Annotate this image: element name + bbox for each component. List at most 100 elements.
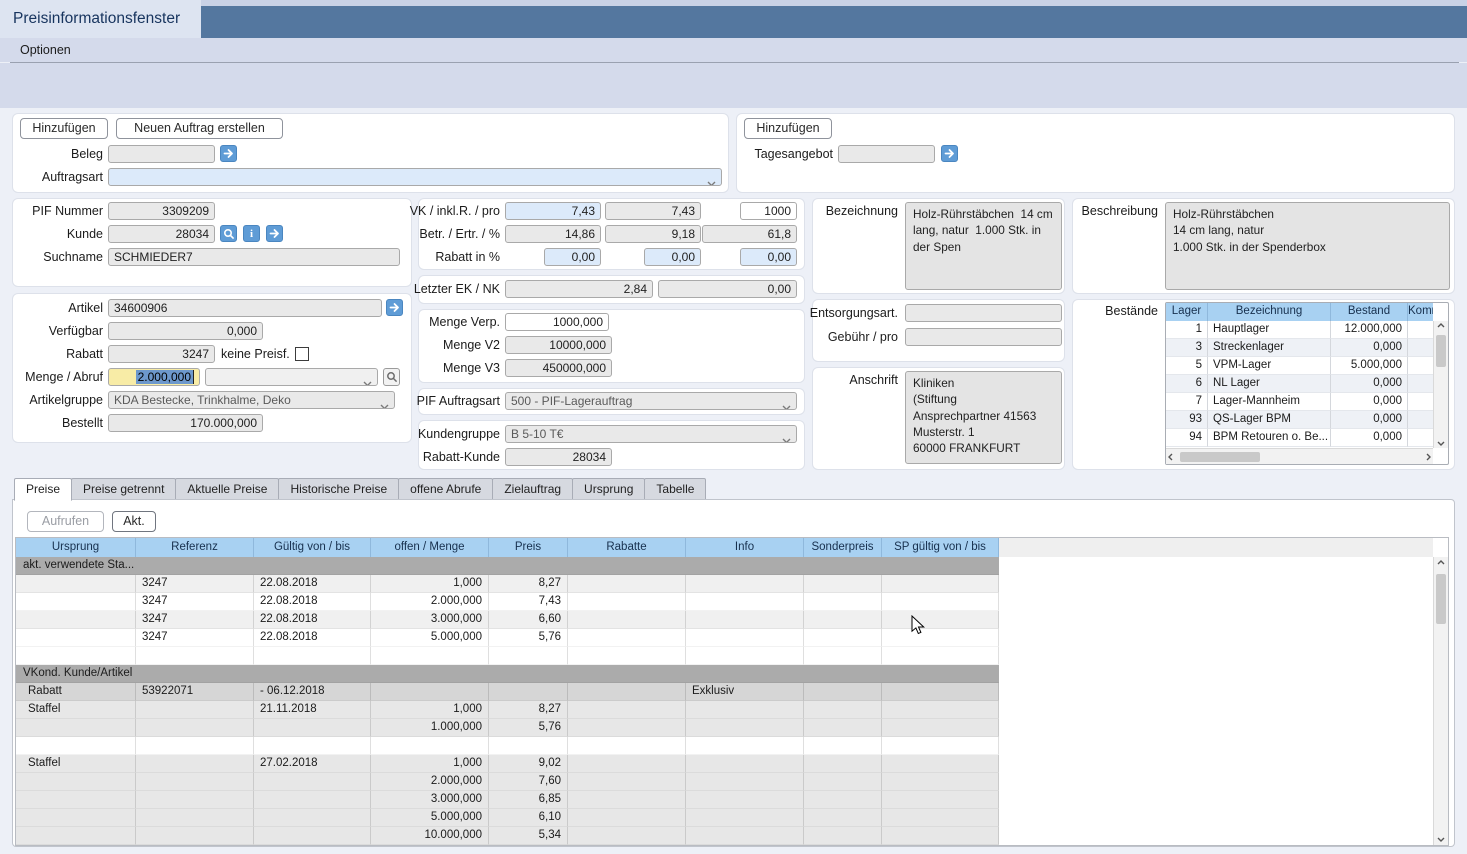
price-column-header[interactable]: Referenz: [136, 538, 254, 557]
verfuegbar-input[interactable]: 0,000: [108, 322, 263, 340]
pif-auftragsart-select[interactable]: 500 - PIF-Lagerauftrag: [505, 392, 797, 410]
scrollbar-thumb[interactable]: [1180, 452, 1260, 462]
tab-offene-abrufe[interactable]: offene Abrufe: [398, 478, 493, 500]
price-column-header[interactable]: Preis: [489, 538, 568, 557]
bestand-row[interactable]: 3Streckenlager0,000: [1166, 339, 1448, 357]
scroll-up-icon[interactable]: [1434, 323, 1448, 328]
suchname-input[interactable]: SCHMIEDER7: [108, 248, 400, 266]
price-row[interactable]: [16, 737, 999, 755]
bestand-row[interactable]: 6NL Lager0,000: [1166, 375, 1448, 393]
bezeichnung-textarea[interactable]: Holz-Rührstäbchen 14 cm lang, natur 1.00…: [905, 202, 1062, 290]
tab-zielauftrag[interactable]: Zielauftrag: [492, 478, 573, 500]
abruf-select[interactable]: [205, 368, 378, 386]
bestand-column-header[interactable]: Bezeichnung: [1208, 303, 1331, 321]
menu-optionen[interactable]: Optionen: [20, 38, 71, 62]
gebuehr-input[interactable]: [905, 328, 1062, 346]
price-row[interactable]: [16, 647, 999, 665]
bestand-column-header[interactable]: Komm: [1408, 303, 1433, 321]
bestellt-input[interactable]: 170.000,000: [108, 414, 263, 432]
price-column-header[interactable]: offen / Menge: [371, 538, 489, 557]
window-tab[interactable]: Preisinformationsfenster: [0, 0, 201, 38]
keine-preisf-checkbox[interactable]: [295, 347, 309, 361]
tab-tabelle[interactable]: Tabelle: [644, 478, 706, 500]
price-row[interactable]: 324722.08.20181,0008,27: [16, 575, 999, 593]
anschrift-textarea[interactable]: Kliniken (Stiftung Ansprechpartner 41563…: [905, 371, 1062, 464]
tagesangebot-input[interactable]: [838, 145, 935, 163]
bestand-row[interactable]: 5VPM-Lager5.000,000: [1166, 357, 1448, 375]
kundengruppe-select[interactable]: B 5-10 T€: [505, 425, 797, 443]
kunde-info-icon[interactable]: i: [243, 225, 260, 242]
tab-preise[interactable]: Preise: [14, 478, 72, 501]
menge-v2-input[interactable]: 10000,000: [505, 336, 612, 354]
price-row[interactable]: 5.000,0006,10: [16, 809, 999, 827]
tab-aktuelle-preise[interactable]: Aktuelle Preise: [175, 478, 279, 500]
price-column-header[interactable]: SP gültig von / bis: [882, 538, 999, 557]
betr3-input[interactable]: 61,8: [702, 225, 797, 243]
artikelgruppe-select[interactable]: KDA Bestecke, Trinkhalme, Deko: [108, 391, 395, 409]
price-column-header[interactable]: Info: [686, 538, 804, 557]
bestaende-vertical-scrollbar[interactable]: [1433, 321, 1448, 448]
hinzufuegen-button-right[interactable]: Hinzufügen: [744, 118, 832, 139]
price-row[interactable]: Rabatt53922071- 06.12.2018Exklusiv: [16, 683, 999, 701]
neuen-auftrag-erstellen-button[interactable]: Neuen Auftrag erstellen: [116, 118, 283, 139]
ek2-input[interactable]: 0,00: [658, 280, 797, 298]
tab-preise-getrennt[interactable]: Preise getrennt: [71, 478, 176, 500]
scroll-down-icon[interactable]: [1434, 837, 1448, 842]
vk1-input[interactable]: 7,43: [505, 202, 601, 220]
price-row[interactable]: 1.000,0005,76: [16, 719, 999, 737]
scrollbar-thumb[interactable]: [1436, 335, 1446, 367]
ek1-input[interactable]: 2,84: [505, 280, 653, 298]
entsorgungsart-input[interactable]: [905, 304, 1062, 322]
beschreibung-textarea[interactable]: Holz-Rührstäbchen 14 cm lang, natur 1.00…: [1165, 202, 1450, 290]
rab3-input[interactable]: 0,00: [740, 248, 797, 266]
rabatt-kunde-input[interactable]: 28034: [505, 448, 612, 466]
price-row[interactable]: Staffel21.11.20181,0008,27: [16, 701, 999, 719]
price-row[interactable]: 10.000,0005,34: [16, 827, 999, 845]
price-column-header[interactable]: Rabatte: [568, 538, 686, 557]
bestand-row[interactable]: 93QS-Lager BPM0,000: [1166, 411, 1448, 429]
price-row[interactable]: VKond. Kunde/Artikel: [16, 665, 999, 683]
kunde-search-icon[interactable]: [220, 225, 237, 242]
beleg-input[interactable]: [108, 145, 215, 163]
bestand-row[interactable]: 7Lager-Mannheim0,000: [1166, 393, 1448, 411]
akt-button[interactable]: Akt.: [112, 511, 156, 532]
scroll-left-icon[interactable]: [1168, 449, 1173, 464]
kunde-input[interactable]: 28034: [108, 225, 215, 243]
price-row[interactable]: 324722.08.20185.000,0005,76: [16, 629, 999, 647]
tagesangebot-goto-arrow-icon[interactable]: [941, 145, 958, 162]
aufrufen-button[interactable]: Aufrufen: [27, 511, 104, 532]
betr2-input[interactable]: 9,18: [605, 225, 701, 243]
scroll-up-icon[interactable]: [1434, 560, 1448, 565]
hinzufuegen-button[interactable]: Hinzufügen: [20, 118, 108, 139]
price-row[interactable]: 324722.08.20183.000,0006,60: [16, 611, 999, 629]
artikel-input[interactable]: 34600906: [108, 299, 382, 317]
tab-ursprung[interactable]: Ursprung: [572, 478, 645, 500]
bestand-row[interactable]: 94BPM Retouren o. Be...0,000: [1166, 429, 1448, 447]
rabatt-input[interactable]: 3247: [108, 345, 215, 363]
price-row[interactable]: Staffel27.02.20181,0009,02: [16, 755, 999, 773]
scroll-right-icon[interactable]: [1426, 449, 1431, 464]
betr1-input[interactable]: 14,86: [505, 225, 601, 243]
menge-v3-input[interactable]: 450000,000: [505, 359, 612, 377]
rab2-input[interactable]: 0,00: [644, 248, 701, 266]
vk3-input[interactable]: 1000: [740, 202, 797, 220]
price-row[interactable]: akt. verwendete Sta...: [16, 557, 999, 575]
kunde-goto-arrow-icon[interactable]: [266, 225, 283, 242]
scroll-down-icon[interactable]: [1434, 441, 1448, 446]
bestand-column-header[interactable]: Lager: [1166, 303, 1208, 321]
menge-verp-input[interactable]: 1000,000: [505, 313, 609, 331]
auftragsart-select[interactable]: [108, 168, 722, 186]
rab1-input[interactable]: 0,00: [544, 248, 601, 266]
tab-historische-preise[interactable]: Historische Preise: [278, 478, 399, 500]
preise-vertical-scrollbar[interactable]: [1433, 557, 1448, 845]
price-column-header[interactable]: Ursprung: [16, 538, 136, 557]
price-row[interactable]: 2.000,0007,60: [16, 773, 999, 791]
price-row[interactable]: 3.000,0006,85: [16, 791, 999, 809]
beleg-goto-arrow-icon[interactable]: [220, 145, 237, 162]
bestaende-horizontal-scrollbar[interactable]: [1166, 448, 1433, 464]
pif-nummer-input[interactable]: 3309209: [108, 202, 215, 220]
vk2-input[interactable]: 7,43: [605, 202, 701, 220]
bestand-row[interactable]: 1Hauptlager12.000,000: [1166, 321, 1448, 339]
price-column-header[interactable]: Sonderpreis: [804, 538, 882, 557]
price-row[interactable]: 324722.08.20182.000,0007,43: [16, 593, 999, 611]
